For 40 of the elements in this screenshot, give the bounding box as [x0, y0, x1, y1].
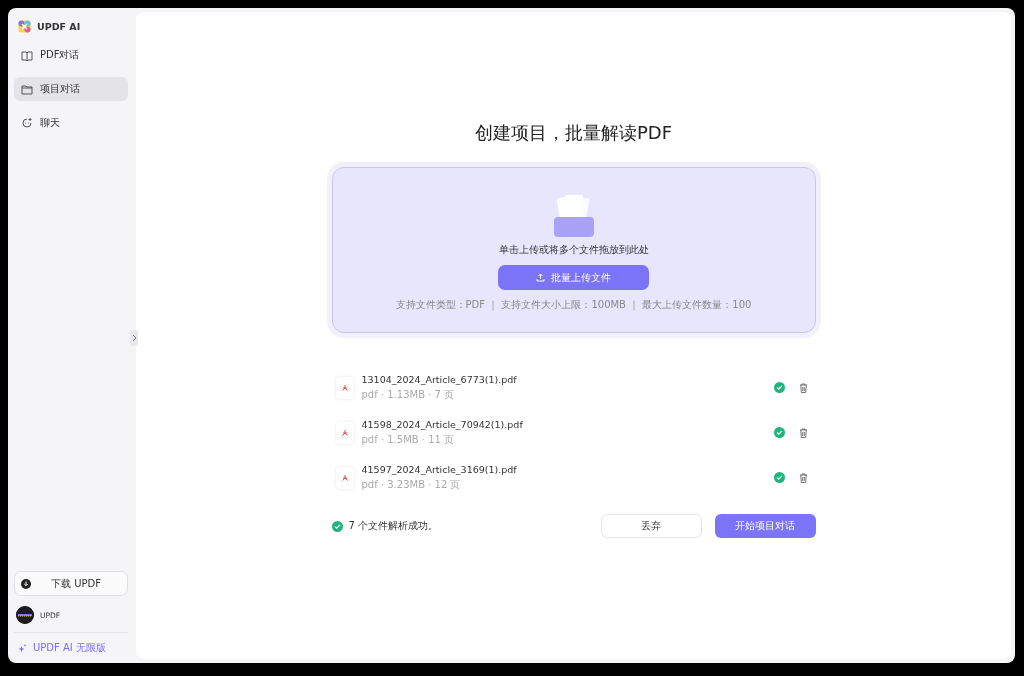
page-title: 创建项目，批量解读PDF	[474, 121, 673, 145]
trash-icon	[798, 382, 808, 393]
pdf-file-icon	[335, 421, 354, 444]
file-meta: pdf · 1.13MB · 7 页	[361, 387, 456, 402]
collapse-handle[interactable]	[130, 330, 138, 346]
folder-documents-icon	[551, 193, 596, 237]
logo-icon	[18, 20, 31, 33]
sparkle-icon	[18, 643, 27, 653]
pdf-file-icon	[335, 466, 354, 489]
file-name: 41597_2024_Article_3169(1).pdf	[361, 463, 518, 475]
sidebar-item[interactable]: PDF对话	[14, 43, 128, 67]
avatar-icon	[16, 606, 34, 624]
delete-button[interactable]	[798, 427, 808, 438]
file-name: 41598_2024_Article_70942(1).pdf	[361, 418, 524, 430]
batch-upload-button[interactable]: 批量上传文件	[498, 265, 649, 290]
check-circle-icon	[331, 520, 343, 532]
folder-icon	[21, 83, 33, 95]
start-chat-button[interactable]: 开始项目对话	[714, 514, 816, 538]
delete-button[interactable]	[798, 382, 808, 393]
file-name: 13104_2024_Article_6773(1).pdf	[361, 373, 518, 385]
download-button[interactable]: 下载 UPDF	[14, 571, 128, 596]
status-message: 7 个文件解析成功。	[348, 519, 440, 533]
discard-button[interactable]: 丢弃	[600, 514, 702, 538]
delete-button[interactable]	[798, 472, 808, 483]
pdf-file-icon	[335, 376, 354, 399]
trash-icon	[798, 472, 808, 483]
file-meta: pdf · 3.23MB · 12 页	[361, 477, 462, 492]
download-icon	[21, 578, 31, 589]
sidebar-item[interactable]: 项目对话	[14, 77, 128, 101]
trash-icon	[798, 427, 808, 438]
brand-name: UPDF AI	[37, 21, 81, 32]
upload-limits-hint: 支持文件类型：PDF ｜ 支持文件大小上限：100MB ｜ 最大上传文件数量：100	[395, 298, 752, 312]
upload-icon	[536, 273, 545, 282]
sidebar-item[interactable]: 聊天	[14, 111, 128, 135]
plan-label[interactable]: UPDF AI 无限版	[33, 641, 106, 655]
book-icon	[21, 49, 33, 61]
dropzone-prompt: 单击上传或将多个文件拖放到此处	[498, 243, 649, 257]
file-meta: pdf · 1.5MB · 11 页	[361, 432, 456, 447]
chat-icon	[21, 117, 33, 129]
chevron-right-icon	[131, 333, 137, 342]
